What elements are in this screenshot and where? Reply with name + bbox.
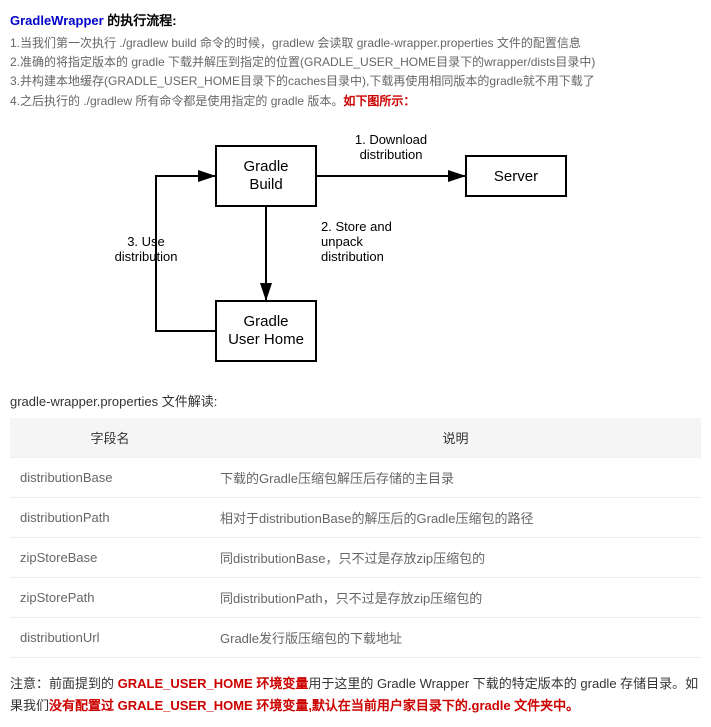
- box-server-label: Server: [493, 168, 537, 185]
- title-suffix: 的执行流程:: [104, 13, 177, 28]
- table-row: distributionUrl Gradle发行版压缩包的下载地址: [10, 617, 701, 657]
- step-4: 4.之后执行的 ./gradlew 所有命令都是使用指定的 gradle 版本。…: [10, 92, 701, 111]
- label-use-l2: distribution: [114, 249, 177, 264]
- step-1: 1.当我们第一次执行 ./gradlew build 命令的时候，gradlew…: [10, 34, 701, 53]
- table-row: distributionBase 下载的Gradle压缩包解压后存储的主目录: [10, 457, 701, 497]
- note-text: 注意：前面提到的 GRALE_USER_HOME 环境变量用于这里的 Gradl…: [10, 673, 701, 717]
- table-row: zipStorePath 同distributionPath，只不过是存放zip…: [10, 577, 701, 617]
- table-row: zipStoreBase 同distributionBase，只不过是存放zip…: [10, 537, 701, 577]
- properties-table: 字段名 说明 distributionBase 下载的Gradle压缩包解压后存…: [10, 418, 701, 658]
- title-prefix: GradleWrapper: [10, 13, 104, 28]
- label-download-l2: distribution: [359, 147, 422, 162]
- step-2: 2.准确的将指定版本的 gradle 下载并解压到指定的位置(GRADLE_US…: [10, 53, 701, 72]
- label-download-l1: 1. Download: [354, 132, 426, 147]
- label-use-l1: 3. Use: [127, 234, 165, 249]
- box-userhome-l2: User Home: [228, 331, 304, 348]
- steps-list: 1.当我们第一次执行 ./gradlew build 命令的时候，gradlew…: [10, 34, 701, 111]
- table-title: gradle-wrapper.properties 文件解读:: [10, 391, 701, 410]
- page-title: GradleWrapper 的执行流程:: [10, 10, 701, 29]
- step-3: 3.并构建本地缓存(GRADLE_USER_HOME目录下的caches目录中)…: [10, 72, 701, 91]
- label-store-l1: 2. Store and: [321, 219, 392, 234]
- flow-diagram: Gradle Build Server Gradle User Home 1. …: [10, 126, 701, 376]
- label-store-l3: distribution: [321, 249, 384, 264]
- box-userhome-l1: Gradle: [243, 313, 288, 330]
- table-header-desc: 说明: [210, 418, 701, 458]
- table-header-field: 字段名: [10, 418, 210, 458]
- box-gradle-build-l2: Build: [249, 176, 282, 193]
- box-gradle-build-l1: Gradle: [243, 158, 288, 175]
- table-row: distributionPath 相对于distributionBase的解压后…: [10, 497, 701, 537]
- label-store-l2: unpack: [321, 234, 363, 249]
- diagram-svg: Gradle Build Server Gradle User Home 1. …: [106, 126, 606, 376]
